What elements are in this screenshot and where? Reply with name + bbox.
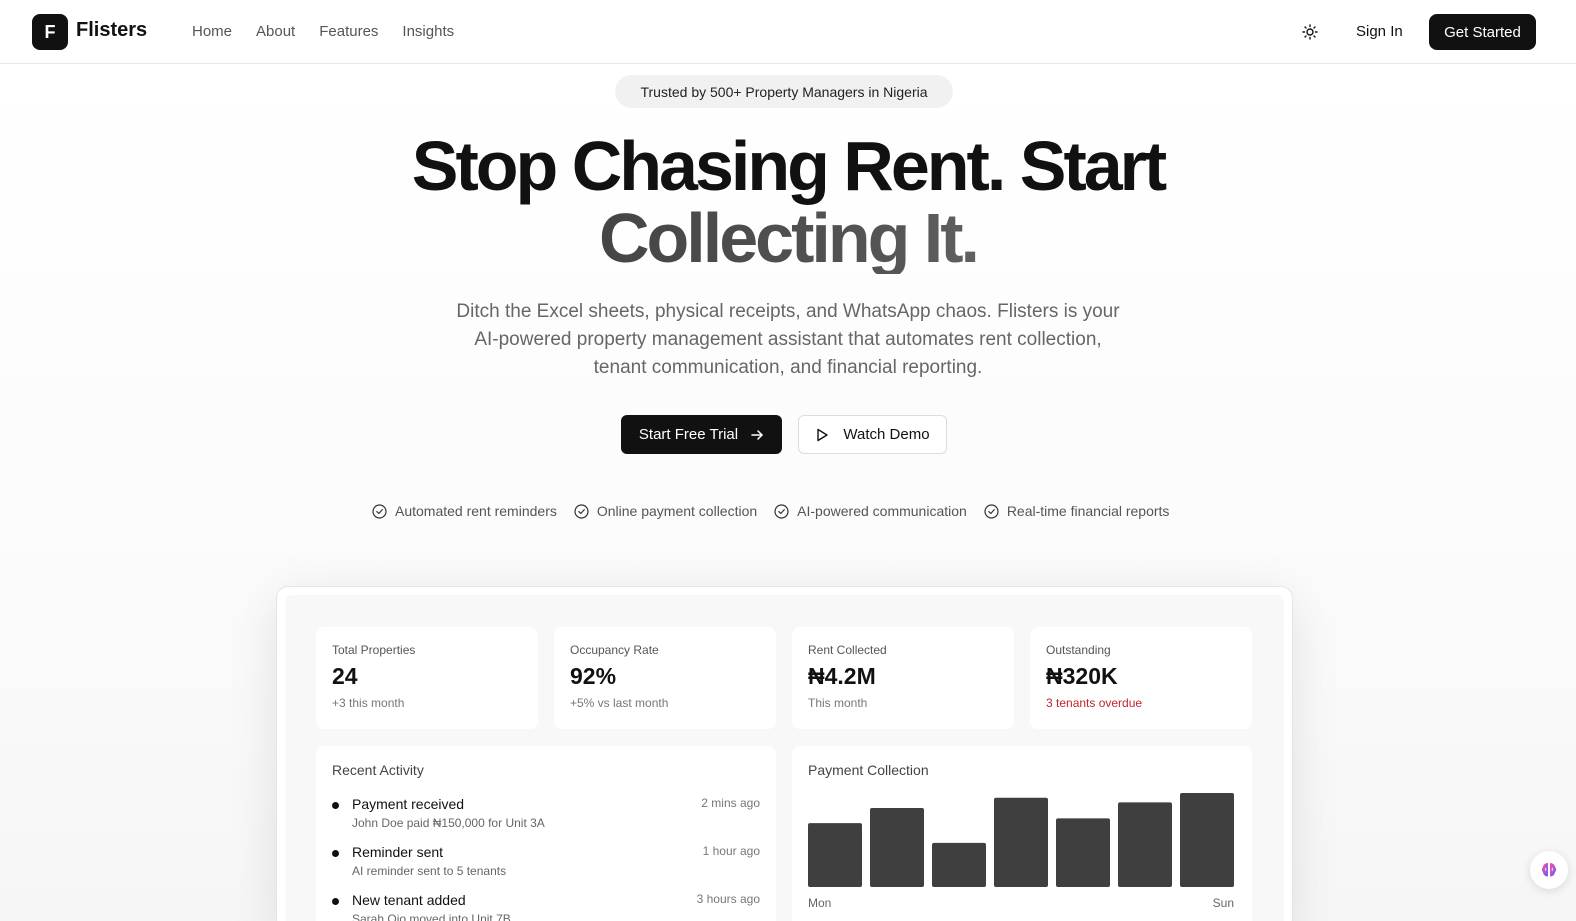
feature-label: AI-powered communication bbox=[797, 503, 967, 519]
stat-sub-alert: 3 tenants overdue bbox=[1046, 696, 1143, 710]
sun-icon bbox=[1302, 24, 1318, 40]
activity-desc: John Doe paid ₦150,000 for Unit 3A bbox=[352, 816, 545, 830]
stat-card-outstanding: Outstanding ₦320K 3 tenants overdue bbox=[1030, 627, 1252, 729]
top-navbar: F Flisters Home About Features Insights … bbox=[0, 0, 1576, 64]
activity-time: 3 hours ago bbox=[696, 892, 760, 906]
brand-name[interactable]: Flisters bbox=[76, 19, 147, 42]
check-circle-icon bbox=[372, 503, 387, 519]
ai-assistant-button[interactable] bbox=[1530, 851, 1568, 889]
activity-desc: AI reminder sent to 5 tenants bbox=[352, 864, 507, 878]
stat-sub: +5% vs last month bbox=[570, 696, 669, 710]
chart-bar bbox=[932, 842, 986, 887]
get-started-button[interactable]: Get Started bbox=[1429, 14, 1536, 50]
chart-bar bbox=[1056, 818, 1110, 887]
activity-time: 1 hour ago bbox=[702, 844, 760, 858]
check-circle-icon bbox=[774, 503, 789, 519]
feature-item: Online payment collection bbox=[574, 503, 757, 519]
activity-title: New tenant added bbox=[352, 892, 466, 908]
payment-collection-chart: Mon Sun bbox=[808, 793, 1234, 910]
headline-line-1: Stop Chasing Rent. Start bbox=[411, 127, 1167, 205]
feature-list: Automated rent reminders Online payment … bbox=[372, 503, 1169, 519]
feature-label: Automated rent reminders bbox=[395, 503, 557, 519]
chart-bar bbox=[1180, 793, 1234, 887]
feature-label: Real-time financial reports bbox=[1006, 503, 1170, 519]
start-free-trial-button[interactable]: Start Free Trial bbox=[621, 415, 782, 454]
nav-links: Home About Features Insights bbox=[192, 23, 454, 40]
logo-mark[interactable]: F bbox=[32, 14, 68, 50]
nav-link-about[interactable]: About bbox=[256, 23, 295, 40]
check-circle-icon bbox=[574, 503, 589, 519]
chart-bar bbox=[870, 808, 924, 887]
activity-title: Payment received bbox=[352, 796, 465, 812]
stat-card-total-properties: Total Properties 24 +3 this month bbox=[316, 627, 538, 729]
feature-item: AI-powered communication bbox=[774, 503, 967, 519]
sign-in-link[interactable]: Sign In bbox=[1356, 23, 1403, 40]
logo-letter: F bbox=[44, 21, 56, 42]
chart-tick-label: Sun bbox=[1213, 896, 1234, 910]
bullet-dot bbox=[332, 898, 339, 905]
stat-value: ₦320K bbox=[1046, 663, 1118, 689]
activity-desc: Sarah Ojo moved into Unit 7B bbox=[352, 912, 511, 921]
stat-label: Occupancy Rate bbox=[570, 643, 659, 657]
watch-demo-label: Watch Demo bbox=[843, 426, 930, 443]
stat-card-rent-collected: Rent Collected ₦4.2M This month bbox=[792, 627, 1014, 729]
brain-icon bbox=[1541, 863, 1557, 877]
feature-label: Online payment collection bbox=[596, 503, 758, 519]
stat-sub: +3 this month bbox=[332, 696, 405, 710]
trust-badge: Trusted by 500+ Property Managers in Nig… bbox=[615, 75, 953, 108]
activity-title: Reminder sent bbox=[352, 844, 444, 860]
chart-bar bbox=[994, 797, 1048, 887]
check-circle-icon bbox=[984, 503, 999, 519]
nav-link-insights[interactable]: Insights bbox=[402, 23, 454, 40]
watch-demo-button[interactable]: Watch Demo bbox=[798, 415, 947, 454]
chart-bar bbox=[808, 823, 862, 887]
activity-time: 2 mins ago bbox=[701, 796, 760, 810]
recent-activity-panel: Recent Activity Payment received John Do… bbox=[316, 746, 776, 921]
stat-value: 24 bbox=[332, 663, 358, 689]
stat-value: ₦4.2M bbox=[808, 663, 876, 689]
bullet-dot bbox=[332, 850, 339, 857]
arrow-right-icon bbox=[751, 429, 763, 440]
hero-headline: Stop Chasing Rent. Start Collecting It. bbox=[288, 130, 1288, 274]
headline-line-2: Collecting It. bbox=[288, 202, 1288, 274]
play-icon bbox=[817, 428, 829, 441]
panel-title: Recent Activity bbox=[332, 762, 424, 778]
stat-value: 92% bbox=[570, 663, 617, 689]
theme-toggle-button[interactable] bbox=[1298, 20, 1322, 44]
stat-label: Outstanding bbox=[1046, 643, 1111, 657]
feature-item: Real-time financial reports bbox=[984, 503, 1170, 519]
hero-subtext: Ditch the Excel sheets, physical receipt… bbox=[456, 301, 1120, 378]
stat-sub: This month bbox=[808, 696, 868, 710]
stat-label: Rent Collected bbox=[808, 643, 887, 657]
feature-item: Automated rent reminders bbox=[372, 503, 557, 519]
chart-tick-label: Mon bbox=[808, 896, 831, 910]
bullet-dot bbox=[332, 802, 339, 809]
start-free-trial-label: Start Free Trial bbox=[638, 426, 739, 443]
chart-bar bbox=[1118, 802, 1172, 887]
stat-card-occupancy-rate: Occupancy Rate 92% +5% vs last month bbox=[554, 627, 776, 729]
nav-link-features[interactable]: Features bbox=[319, 23, 378, 40]
stat-label: Total Properties bbox=[332, 643, 416, 657]
nav-link-home[interactable]: Home bbox=[192, 23, 232, 40]
payment-collection-panel: Payment Collection Mon Sun bbox=[792, 746, 1252, 921]
